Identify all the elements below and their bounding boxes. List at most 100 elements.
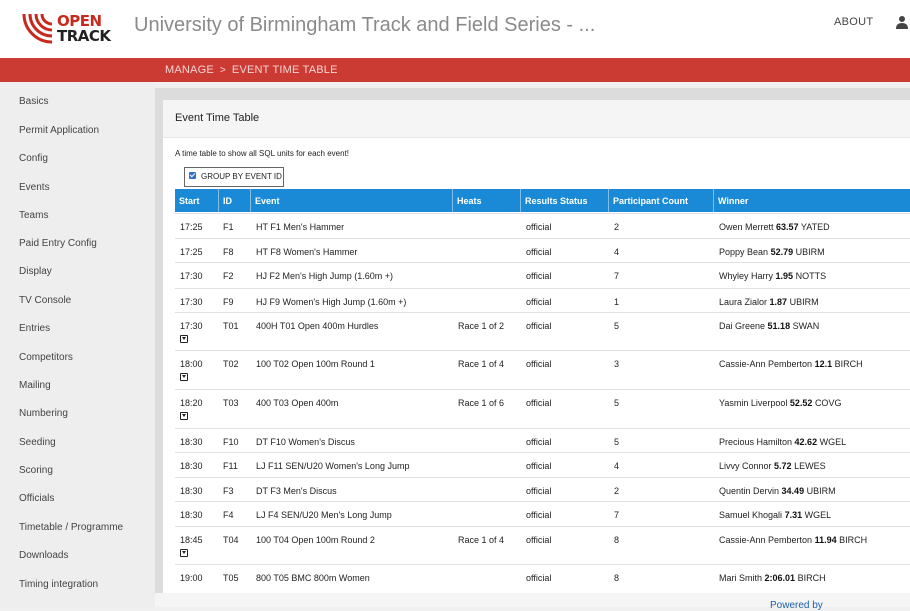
expand-icon[interactable] — [180, 335, 188, 343]
winner-name[interactable]: Mari Smith — [719, 573, 762, 583]
winner-name[interactable]: Poppy Bean — [719, 247, 768, 257]
table-row[interactable]: 17:30 F9 HJ F9 Women's High Jump (1.60m +)… — [175, 288, 910, 313]
winner-name[interactable]: Livvy Connor — [719, 461, 772, 471]
sidebar-item-numbering[interactable]: Numbering — [19, 408, 68, 419]
sidebar-item-events[interactable]: Events — [19, 182, 50, 193]
about-link[interactable]: ABOUT — [834, 16, 873, 28]
cell-results-status: official — [526, 247, 552, 257]
sidebar-item-timing-integration[interactable]: Timing integration — [19, 579, 98, 590]
winner-name[interactable]: Dai Greene — [719, 321, 765, 331]
cell-event[interactable]: 400 T03 Open 400m — [256, 398, 338, 408]
cell-winner: Cassie-Ann Pemberton 11.94 BIRCH — [719, 535, 867, 545]
cell-participant-count: 5 — [614, 321, 620, 331]
table-row[interactable]: 18:20 T03 400 T03 Open 400m Race 1 of 6 offi… — [175, 389, 910, 429]
sidebar-item-config[interactable]: Config — [19, 153, 48, 164]
table-row[interactable]: 18:30 F11 LJ F11 SEN/U20 Women's Long Jump… — [175, 452, 910, 478]
cell-participant-count: 2 — [614, 486, 620, 496]
winner-team: SWAN — [792, 321, 820, 331]
sidebar-item-seeding[interactable]: Seeding — [19, 437, 56, 448]
sidebar-item-display[interactable]: Display — [19, 266, 52, 277]
cell-event[interactable]: HT F8 Women's Hammer — [256, 247, 357, 257]
table-row[interactable]: 18:45 T04 100 T04 Open 100m Round 2 Race 1 … — [175, 526, 910, 565]
group-by-event-id-toggle[interactable]: GROUP BY EVENT ID — [184, 167, 284, 187]
cell-winner: Quentin Dervin 34.49 UBIRM — [719, 486, 836, 496]
cell-results-status: official — [526, 359, 552, 369]
expand-icon[interactable] — [180, 549, 188, 557]
col-results-status[interactable]: Results Status — [525, 196, 588, 206]
table-row[interactable]: 18:00 T02 100 T02 Open 100m Round 1 Race 1 … — [175, 350, 910, 390]
expand-icon[interactable] — [180, 412, 188, 420]
cell-start: 18:30 — [180, 510, 203, 520]
table-row[interactable]: 17:25 F8 HT F8 Women's Hammer official 4 Popp… — [175, 238, 910, 263]
cell-event[interactable]: 400H T01 Open 400m Hurdles — [256, 321, 378, 331]
sidebar-item-entries[interactable]: Entries — [19, 323, 50, 334]
table-row[interactable]: 17:30 T01 400H T01 Open 400m Hurdles Race 1… — [175, 312, 910, 351]
table-row[interactable]: 17:30 F2 HJ F2 Men's High Jump (1.60m +) of… — [175, 262, 910, 289]
panel-header: Event Time Table — [163, 100, 910, 138]
table-row[interactable]: 19:00 T05 800 T05 BMC 800m Women official 8 M… — [175, 564, 910, 589]
cell-event[interactable]: HT F1 Men's Hammer — [256, 222, 344, 232]
sidebar-item-competitors[interactable]: Competitors — [19, 352, 73, 363]
cell-event[interactable]: 100 T04 Open 100m Round 2 — [256, 535, 375, 545]
cell-event[interactable]: LJ F4 SEN/U20 Men's Long Jump — [256, 510, 392, 520]
expand-icon[interactable] — [180, 373, 188, 381]
breadcrumb-manage[interactable]: MANAGE — [165, 64, 214, 76]
col-winner[interactable]: Winner — [718, 196, 748, 206]
user-icon[interactable] — [896, 15, 908, 29]
winner-name[interactable]: Samuel Khogali — [719, 510, 782, 520]
winner-mark: 1.95 — [775, 271, 794, 281]
winner-name[interactable]: Quentin Dervin — [719, 486, 779, 496]
table-row[interactable]: 17:25 F1 HT F1 Men's Hammer official 2 Owen M… — [175, 213, 910, 239]
col-id[interactable]: ID — [223, 196, 232, 206]
winner-name[interactable]: Cassie-Ann Pemberton — [719, 535, 812, 545]
winner-name[interactable]: Laura Zialor — [719, 297, 767, 307]
cell-id: T02 — [223, 359, 239, 369]
cell-event[interactable]: HJ F9 Women's High Jump (1.60m +) — [256, 297, 406, 307]
cell-start: 18:45 — [180, 535, 203, 545]
sidebar-item-timetable-programme[interactable]: Timetable / Programme — [19, 522, 123, 533]
cell-results-status: official — [526, 510, 552, 520]
open-track-logo[interactable]: OPEN TRACK — [22, 12, 114, 46]
cell-event[interactable]: 800 T05 BMC 800m Women — [256, 573, 370, 583]
col-heats[interactable]: Heats — [457, 196, 482, 206]
winner-name[interactable]: Precious Hamilton — [719, 437, 792, 447]
open-track-logo-icon — [22, 13, 53, 44]
col-start[interactable]: Start — [179, 196, 200, 206]
sidebar-item-basics[interactable]: Basics — [19, 96, 48, 107]
winner-name[interactable]: Whyley Harry — [719, 271, 773, 281]
sidebar-item-mailing[interactable]: Mailing — [19, 380, 51, 391]
sidebar-item-tv-console[interactable]: TV Console — [19, 295, 71, 306]
cell-start: 18:30 — [180, 437, 203, 447]
sidebar-item-paid-entry-config[interactable]: Paid Entry Config — [19, 238, 97, 249]
cell-results-status: official — [526, 486, 552, 496]
cell-event[interactable]: LJ F11 SEN/U20 Women's Long Jump — [256, 461, 409, 471]
cell-start: 18:20 — [180, 398, 203, 408]
winner-mark: 34.49 — [781, 486, 805, 496]
breadcrumb: MANAGE > EVENT TIME TABLE — [165, 64, 338, 76]
cell-event[interactable]: HJ F2 Men's High Jump (1.60m +) — [256, 271, 393, 281]
winner-team: NOTTS — [795, 271, 827, 281]
cell-winner: Livvy Connor 5.72 LEWES — [719, 461, 826, 471]
column-divider — [713, 189, 714, 212]
sidebar-item-officials[interactable]: Officials — [19, 493, 54, 504]
cell-event[interactable]: DT F3 Men's Discus — [256, 486, 337, 496]
table-row[interactable]: 18:30 F4 LJ F4 SEN/U20 Men's Long Jump offi… — [175, 501, 910, 527]
cell-start: 19:00 — [180, 573, 203, 583]
sidebar-item-scoring[interactable]: Scoring — [19, 465, 53, 476]
powered-by-link[interactable]: Powered by — [770, 600, 823, 611]
col-participant-count[interactable]: Participant Count — [613, 196, 688, 206]
sidebar-item-permit-application[interactable]: Permit Application — [19, 125, 99, 136]
winner-name[interactable]: Owen Merrett — [719, 222, 774, 232]
cell-event[interactable]: DT F10 Women's Discus — [256, 437, 355, 447]
checkbox-checked-icon[interactable] — [189, 172, 196, 179]
cell-event[interactable]: 100 T02 Open 100m Round 1 — [256, 359, 375, 369]
event-time-table-panel: Event Time Table A time table to show al… — [163, 100, 910, 593]
table-row[interactable]: 18:30 F3 DT F3 Men's Discus official 2 Quenti… — [175, 477, 910, 502]
winner-name[interactable]: Cassie-Ann Pemberton — [719, 359, 812, 369]
sidebar-item-downloads[interactable]: Downloads — [19, 550, 68, 561]
table-row[interactable]: 18:30 F10 DT F10 Women's Discus official 5 Pr… — [175, 428, 910, 453]
cell-results-status: official — [526, 535, 552, 545]
winner-name[interactable]: Yasmin Liverpool — [719, 398, 787, 408]
col-event[interactable]: Event — [255, 196, 280, 206]
sidebar-item-teams[interactable]: Teams — [19, 210, 48, 221]
